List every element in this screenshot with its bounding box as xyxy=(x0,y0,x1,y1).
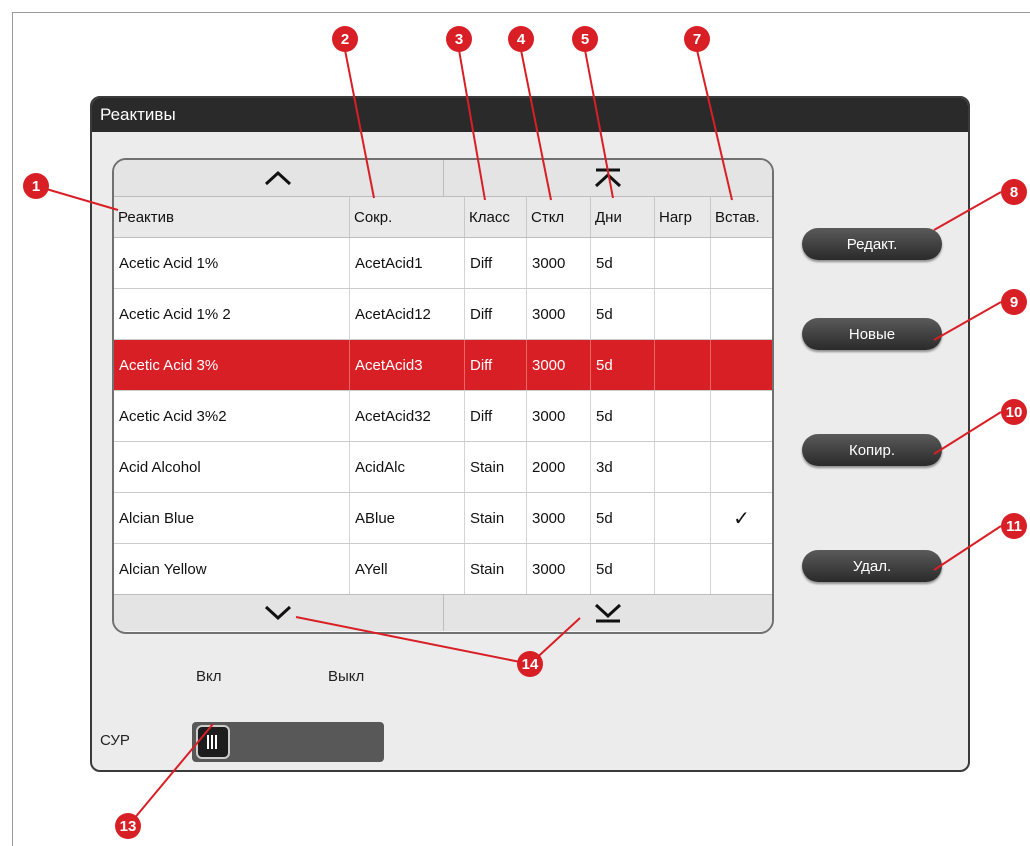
callout-10: 10 xyxy=(1001,399,1027,425)
callout-11: 11 xyxy=(1001,513,1027,539)
callout-7: 7 xyxy=(684,26,710,52)
callout-4: 4 xyxy=(508,26,534,52)
callout-5: 5 xyxy=(572,26,598,52)
callout-2: 2 xyxy=(332,26,358,52)
callout-13: 13 xyxy=(115,813,141,839)
callout-leader-lines xyxy=(35,49,1002,827)
callout-9: 9 xyxy=(1001,289,1027,315)
callout-14: 14 xyxy=(517,651,543,677)
callout-1: 1 xyxy=(23,173,49,199)
callout-8: 8 xyxy=(1001,179,1027,205)
callout-3: 3 xyxy=(446,26,472,52)
